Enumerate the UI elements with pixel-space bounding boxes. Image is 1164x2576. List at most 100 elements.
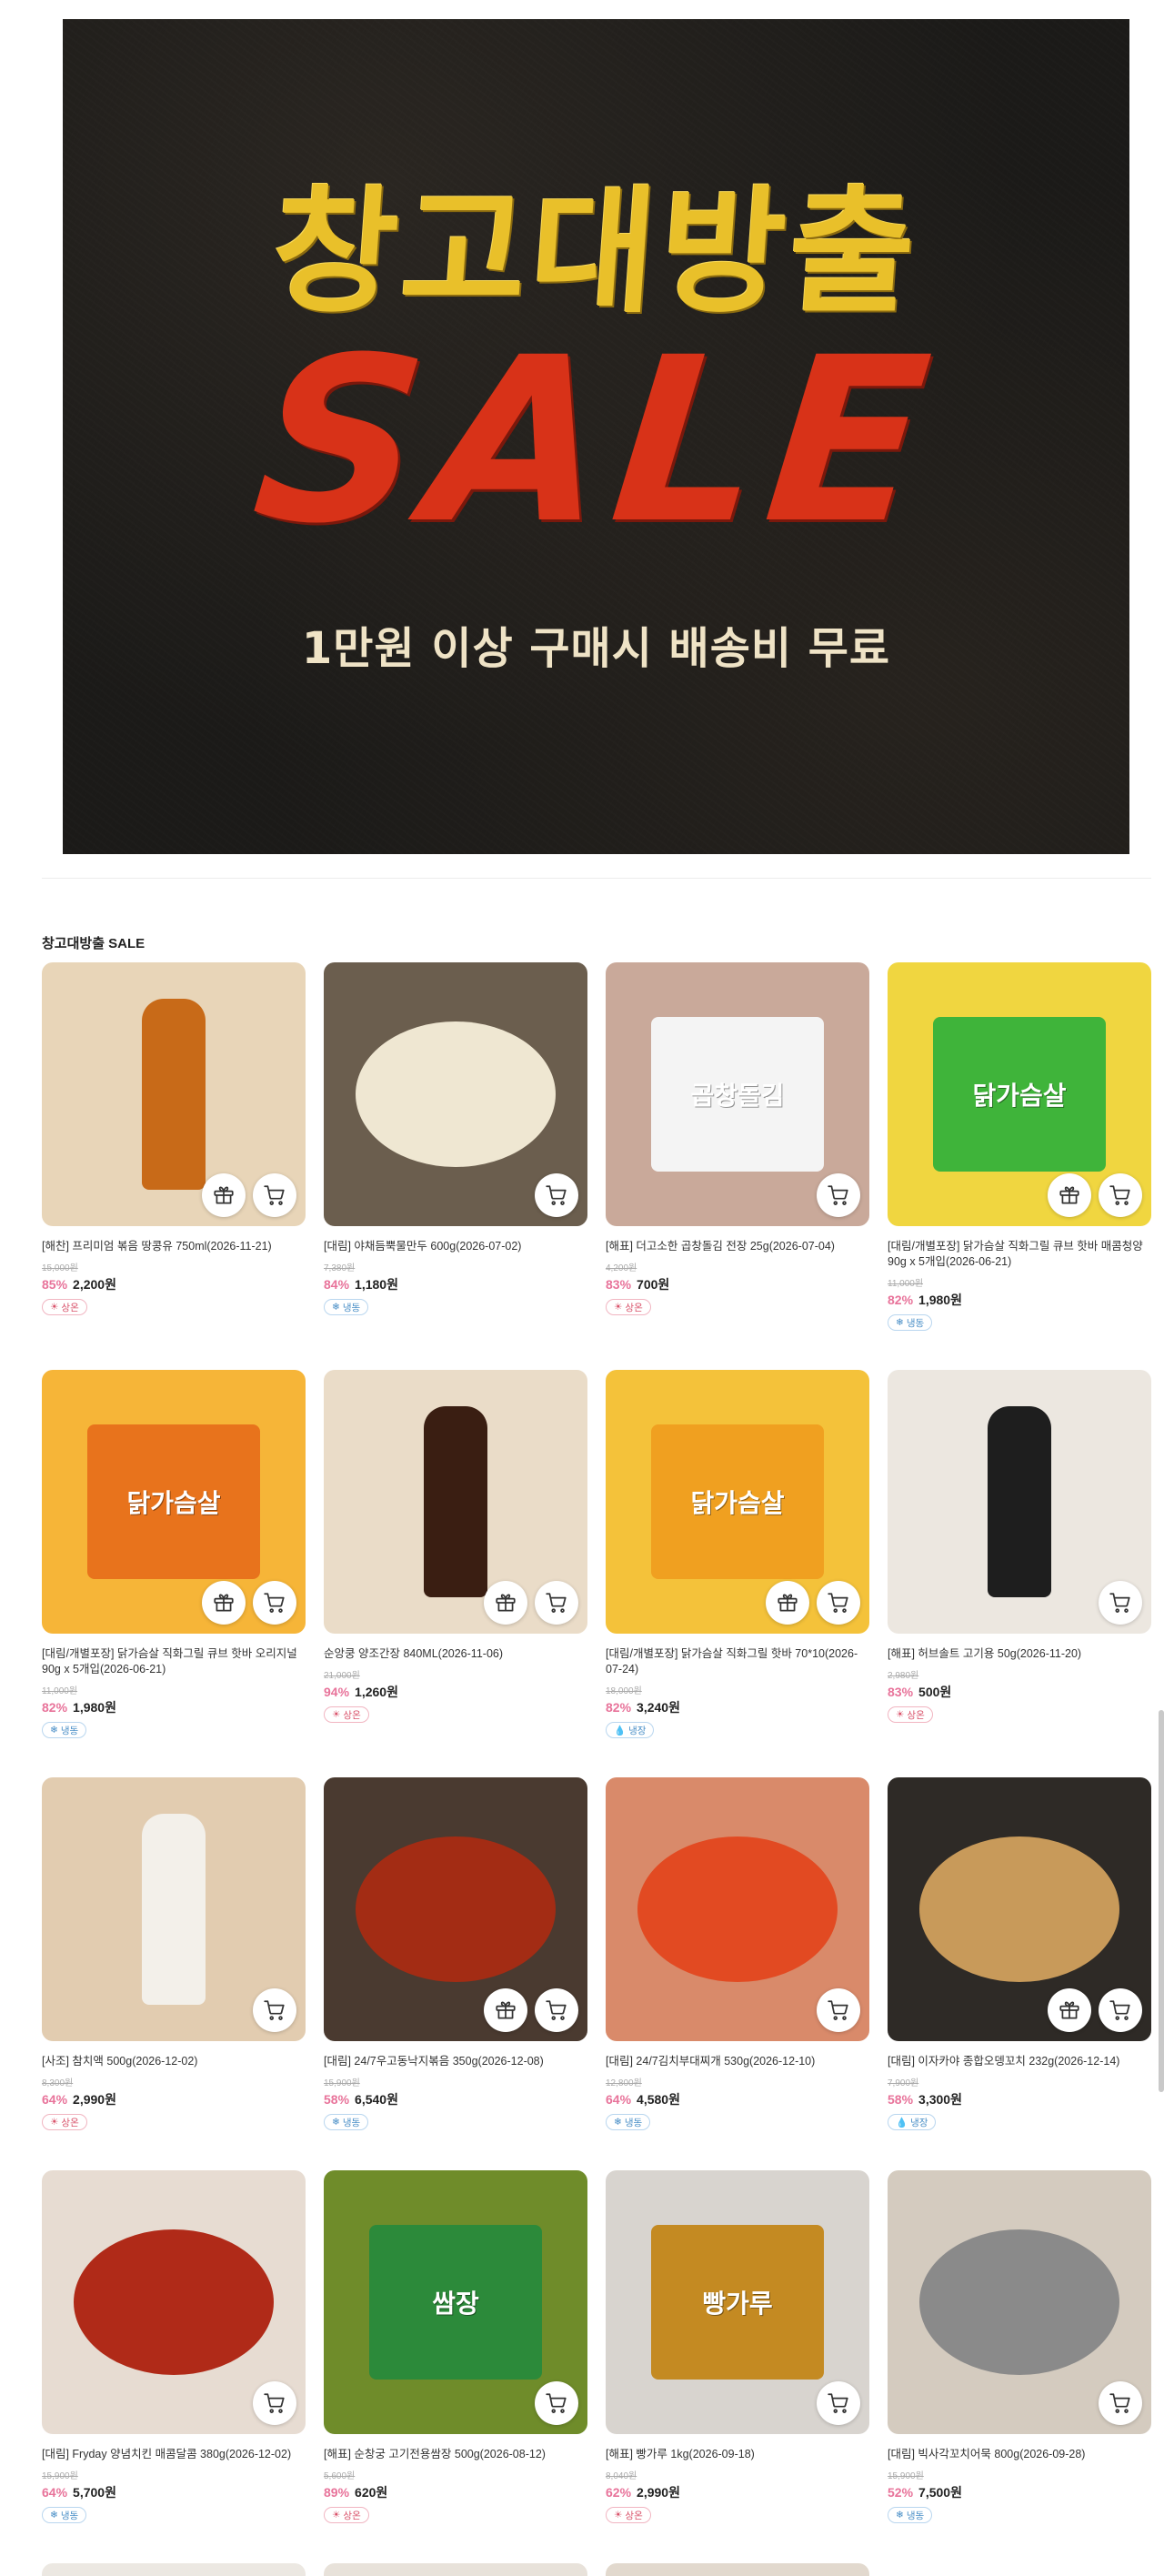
product-name[interactable]: [대림/개별포장] 닭가슴살 직화그릴 큐브 핫바 오리지널 90g x 5개입… <box>42 1646 306 1677</box>
add-to-cart-button[interactable] <box>817 1173 860 1217</box>
sale-price: 1,260원 <box>355 1685 398 1699</box>
product-name[interactable]: [해표] 순창궁 고기전용쌈장 500g(2026-08-12) <box>324 2447 587 2462</box>
storage-badge: ☀ 상온 <box>606 2507 651 2523</box>
product-card[interactable]: [해찬] 프리미엄 볶음 땅콩유 750ml(2026-11-21) 15,000… <box>42 962 306 1315</box>
product-card[interactable]: [대림] Fryday 양념치킨 매콤달콤 380g(2026-12-02) 15… <box>42 2170 306 2523</box>
original-price: 2,980원 <box>888 1671 919 1681</box>
product-name[interactable]: [해찬] 프리미엄 볶음 땅콩유 750ml(2026-11-21) <box>42 1239 306 1254</box>
snowflake-icon: ❄ <box>614 2117 622 2128</box>
product-card[interactable]: 쌈장 [해표] 순창궁 고기전용쌈장 500g(2026-08-12) 5,600원… <box>324 2170 587 2523</box>
gift-button[interactable] <box>202 1173 246 1217</box>
product-figure: 쌈장 <box>369 2225 542 2380</box>
product-image[interactable]: 빵가루 <box>606 2170 869 2434</box>
card-actions <box>484 1988 578 2032</box>
cart-icon <box>828 1593 848 1613</box>
product-name[interactable]: [대림] 24/7우고동낙지볶음 350g(2026-12-08) <box>324 2054 587 2069</box>
original-price: 15,900원 <box>324 2078 360 2088</box>
gift-icon <box>778 1594 798 1612</box>
add-to-cart-button[interactable] <box>817 1581 860 1625</box>
product-card[interactable]: [대림] 24/7우고동낙지볶음 350g(2026-12-08) 15,900원… <box>324 1777 587 2130</box>
product-image[interactable] <box>888 2170 1151 2434</box>
product-card[interactable]: [사조] 참치액 500g(2026-12-02) 8,300원 64% 2,990원… <box>42 1777 306 2130</box>
gift-button[interactable] <box>1048 1173 1091 1217</box>
gift-button[interactable] <box>202 1581 246 1625</box>
add-to-cart-button[interactable] <box>253 1988 296 2032</box>
gift-button[interactable] <box>766 1581 809 1625</box>
gift-button[interactable] <box>484 1581 527 1625</box>
card-actions <box>484 1581 578 1625</box>
product-image[interactable]: 닭가슴살 <box>888 962 1151 1226</box>
product-image[interactable] <box>888 1370 1151 1634</box>
banner-sale-text: SALE <box>244 308 948 573</box>
product-card[interactable]: 닭가슴살 [대림/개별포장] 닭가슴살 직화그릴 큐브 핫바 매콤청양 90g x… <box>888 962 1151 1331</box>
add-to-cart-button[interactable] <box>1099 1581 1142 1625</box>
product-image[interactable]: 닭가슴살 <box>42 1370 306 1634</box>
snowflake-icon: ❄ <box>332 2117 340 2128</box>
product-image[interactable]: 닭가슴살 <box>606 1370 869 1634</box>
original-price: 7,380원 <box>324 1263 356 1273</box>
add-to-cart-button[interactable] <box>253 2381 296 2425</box>
add-to-cart-button[interactable] <box>817 1988 860 2032</box>
product-image[interactable] <box>324 1370 587 1634</box>
add-to-cart-button[interactable] <box>817 2381 860 2425</box>
promo-banner[interactable]: 창고대방출 SALE 1만원 이상 구매시 배송비 무료 <box>63 19 1129 854</box>
product-card[interactable]: [해표] 허브솔트 고기용 50g(2026-11-20) 2,980원 83% 50… <box>888 1370 1151 1723</box>
price-line: 83% 700원 <box>606 1275 869 1293</box>
product-card[interactable]: [대림] 야채듬뿍물만두 600g(2026-07-02) 7,380원 84% 1,… <box>324 962 587 1315</box>
add-to-cart-button[interactable] <box>253 1173 296 1217</box>
storage-label: 냉동 <box>60 2510 79 2521</box>
sale-price: 620원 <box>355 2485 388 2500</box>
product-name[interactable]: [대림] 빅사각꼬치어묵 800g(2026-09-28) <box>888 2447 1151 2462</box>
product-image[interactable]: 곱창돌김 <box>606 962 869 1226</box>
product-name[interactable]: [대림] Fryday 양념치킨 매콤달콤 380g(2026-12-02) <box>42 2447 306 2462</box>
add-to-cart-button[interactable] <box>1099 1988 1142 2032</box>
product-image[interactable]: 쌈장 <box>324 2170 587 2434</box>
product-image[interactable] <box>42 962 306 1226</box>
product-image[interactable] <box>42 1777 306 2041</box>
product-card[interactable]: 닭가슴살 [대림/개별포장] 닭가슴살 직화그릴 핫바 70*10(2026-07… <box>606 1370 869 1738</box>
product-name[interactable]: [사조] 참치액 500g(2026-12-02) <box>42 2054 306 2069</box>
cart-icon <box>264 2393 285 2413</box>
product-image[interactable] <box>888 1777 1151 2041</box>
add-to-cart-button[interactable] <box>535 1988 578 2032</box>
product-card[interactable]: [대림] 이자카야 종합오뎅꼬치 232g(2026-12-14) 7,900원 5… <box>888 1777 1151 2130</box>
product-name[interactable]: [해표] 허브솔트 고기용 50g(2026-11-20) <box>888 1646 1151 1662</box>
product-name[interactable]: [해표] 빵가루 1kg(2026-09-18) <box>606 2447 869 2462</box>
product-name[interactable]: [해표] 더고소한 곱창돌김 전장 25g(2026-07-04) <box>606 1239 869 1254</box>
product-name[interactable]: [대림] 야채듬뿍물만두 600g(2026-07-02) <box>324 1239 587 1254</box>
product-name[interactable]: [대림] 24/7김치부대찌개 530g(2026-12-10) <box>606 2054 869 2069</box>
product-card[interactable]: 곱창돌김 [해표] 더고소한 곱창돌김 전장 25g(2026-07-04) 4,2… <box>606 962 869 1315</box>
gift-button[interactable] <box>484 1988 527 2032</box>
product-name[interactable]: [대림/개별포장] 닭가슴살 직화그릴 핫바 70*10(2026-07-24) <box>606 1646 869 1677</box>
add-to-cart-button[interactable] <box>1099 1173 1142 1217</box>
product-name[interactable]: 순앙쿵 양조간장 840ML(2026-11-06) <box>324 1646 587 1662</box>
snowflake-icon: ❄ <box>332 1302 340 1313</box>
add-to-cart-button[interactable] <box>535 1173 578 1217</box>
add-to-cart-button[interactable] <box>535 1581 578 1625</box>
product-image[interactable] <box>324 1777 587 2041</box>
product-image[interactable] <box>324 962 587 1226</box>
product-card[interactable]: 빵가루 [해표] 빵가루 1kg(2026-09-18) 8,040원 62% 2,99… <box>606 2170 869 2523</box>
scrollbar[interactable] <box>1159 1710 1164 2092</box>
product-name[interactable]: [대림] 이자카야 종합오뎅꼬치 232g(2026-12-14) <box>888 2054 1151 2069</box>
product-card[interactable]: [대림] 24/7김치부대찌개 530g(2026-12-10) 12,800원 6… <box>606 1777 869 2130</box>
product-card[interactable]: [대림] 빅사각꼬치어묵 800g(2026-09-28) 15,900원 52% 7… <box>888 2170 1151 2523</box>
add-to-cart-button[interactable] <box>535 2381 578 2425</box>
original-price: 15,000원 <box>42 1263 78 1273</box>
storage-label: 상온 <box>61 1302 79 1313</box>
storage-badge: ❄ 냉동 <box>606 2114 651 2130</box>
storage-label: 냉동 <box>906 1317 925 1329</box>
original-price: 4,200원 <box>606 1263 637 1273</box>
product-name[interactable]: [대림/개별포장] 닭가슴살 직화그릴 큐브 핫바 매콤청양 90g x 5개입… <box>888 1239 1151 1270</box>
add-to-cart-button[interactable] <box>1099 2381 1142 2425</box>
product-image[interactable] <box>606 1777 869 2041</box>
product-figure <box>356 1021 556 1167</box>
product-image[interactable] <box>42 2170 306 2434</box>
storage-label: 냉장 <box>910 2117 928 2128</box>
discount-rate: 64% <box>606 2092 632 2107</box>
gift-button[interactable] <box>1048 1988 1091 2032</box>
product-card[interactable]: 순앙쿵 양조간장 840ML(2026-11-06) 21,000원 94% 1,26… <box>324 1370 587 1723</box>
sale-price: 700원 <box>637 1277 670 1292</box>
add-to-cart-button[interactable] <box>253 1581 296 1625</box>
product-card[interactable]: 닭가슴살 [대림/개별포장] 닭가슴살 직화그릴 큐브 핫바 오리지널 90g x… <box>42 1370 306 1738</box>
